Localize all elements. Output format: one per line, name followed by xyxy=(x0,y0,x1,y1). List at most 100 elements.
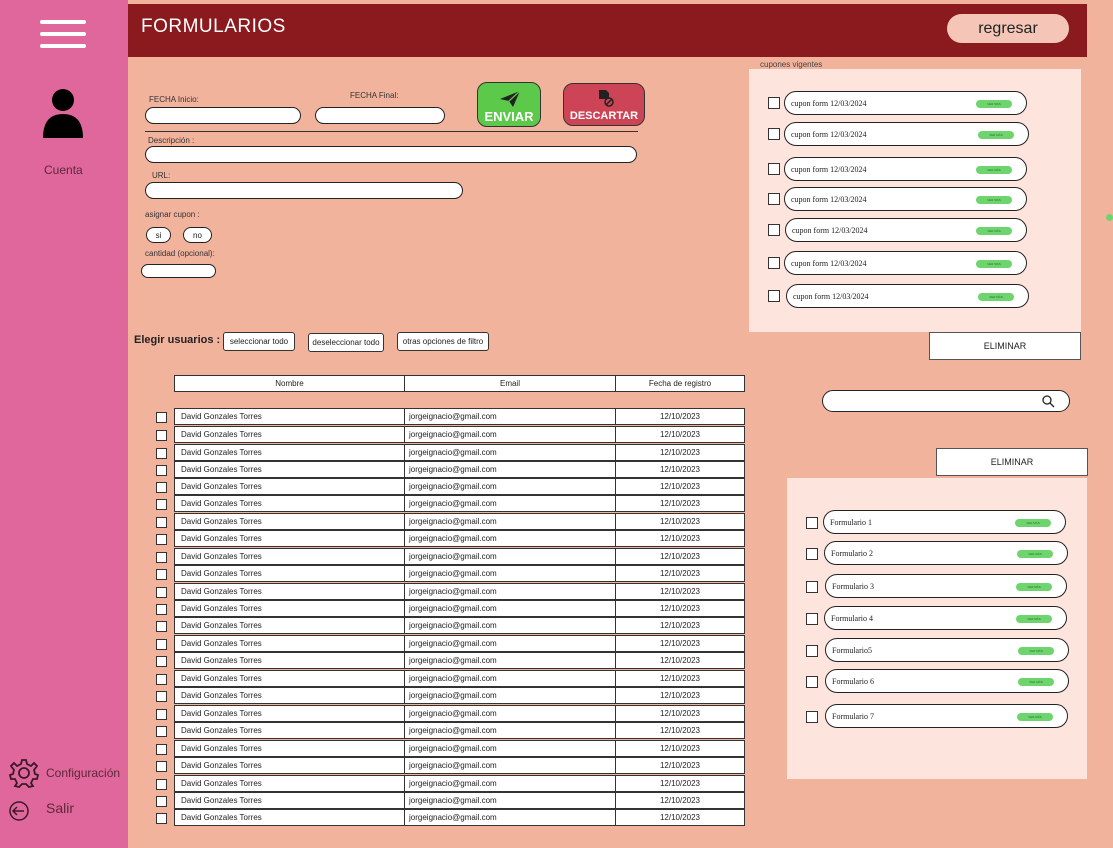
hamburger-menu-icon[interactable] xyxy=(40,20,86,48)
coupon-checkbox[interactable] xyxy=(768,163,780,175)
form-item[interactable]: Formulario 7 VER MÁS xyxy=(825,704,1068,728)
search-icon[interactable] xyxy=(1042,395,1055,408)
form-checkbox[interactable] xyxy=(806,711,818,723)
view-more-button[interactable]: VER MÁS xyxy=(1017,713,1053,721)
row-checkbox[interactable] xyxy=(156,779,167,790)
view-more-button[interactable]: VER MÁS xyxy=(976,260,1012,268)
coupon-item[interactable]: cupon form 12/03/2024 VER MÁS xyxy=(784,157,1027,181)
view-more-button[interactable]: VER MÁS xyxy=(976,166,1012,174)
view-more-button[interactable]: VER MÁS xyxy=(976,196,1012,204)
table-row[interactable]: David Gonzales Torres jorgeignacio@gmail.… xyxy=(174,792,745,809)
deselect-all-button[interactable]: deseleccionar todo xyxy=(308,333,384,352)
form-item[interactable]: Formulario 4 VER MÁS xyxy=(824,606,1067,630)
row-checkbox[interactable] xyxy=(156,412,167,423)
view-more-button[interactable]: VER MÁS xyxy=(976,100,1012,108)
form-checkbox[interactable] xyxy=(806,645,818,657)
form-item[interactable]: Formulario 6 VER MÁS xyxy=(825,669,1069,693)
coupon-checkbox[interactable] xyxy=(768,97,780,109)
coupon-checkbox[interactable] xyxy=(768,257,780,269)
column-header-email[interactable]: Email xyxy=(404,375,616,392)
row-checkbox[interactable] xyxy=(156,499,167,510)
start-date-field[interactable] xyxy=(145,107,301,124)
table-row[interactable]: David Gonzales Torres jorgeignacio@gmail.… xyxy=(174,722,745,739)
table-row[interactable]: David Gonzales Torres jorgeignacio@gmail.… xyxy=(174,478,745,495)
quantity-field[interactable] xyxy=(141,264,216,278)
row-checkbox[interactable] xyxy=(156,482,167,493)
row-checkbox[interactable] xyxy=(156,726,167,737)
table-row[interactable]: David Gonzales Torres jorgeignacio@gmail.… xyxy=(174,583,745,600)
row-checkbox[interactable] xyxy=(156,621,167,632)
discard-button[interactable]: DESCARTAR xyxy=(563,83,645,126)
view-more-button[interactable]: VER MÁS xyxy=(1016,583,1052,591)
account-label[interactable]: Cuenta xyxy=(44,163,83,177)
coupon-item[interactable]: cupon form 12/03/2024 VER MÁS xyxy=(786,284,1029,308)
form-checkbox[interactable] xyxy=(806,581,818,593)
coupon-checkbox[interactable] xyxy=(768,128,780,140)
view-more-button[interactable]: VER MÁS xyxy=(978,293,1014,301)
table-row[interactable]: David Gonzales Torres jorgeignacio@gmail.… xyxy=(174,548,745,565)
logout-link[interactable]: Salir xyxy=(8,800,74,821)
send-button[interactable]: ENVIAR xyxy=(477,82,541,127)
form-checkbox[interactable] xyxy=(806,517,818,529)
delete-forms-button[interactable]: ELIMINAR xyxy=(936,448,1088,476)
form-checkbox[interactable] xyxy=(806,548,818,560)
form-item[interactable]: Formulario5 VER MÁS xyxy=(825,638,1069,662)
description-field[interactable] xyxy=(145,146,637,163)
row-checkbox[interactable] xyxy=(156,761,167,772)
view-more-button[interactable]: VER MÁS xyxy=(976,227,1012,235)
coupon-yes-button[interactable]: si xyxy=(146,227,171,243)
view-more-button[interactable]: VER MÁS xyxy=(1016,615,1052,623)
table-row[interactable]: David Gonzales Torres jorgeignacio@gmail.… xyxy=(174,809,745,826)
coupon-item[interactable]: cupon form 12/03/2024 VER MÁS xyxy=(784,122,1029,146)
table-row[interactable]: David Gonzales Torres jorgeignacio@gmail.… xyxy=(174,600,745,617)
column-header-name[interactable]: Nombre xyxy=(174,375,405,392)
scroll-indicator[interactable] xyxy=(1106,214,1113,221)
url-field[interactable] xyxy=(145,182,463,199)
form-item[interactable]: Formulario 1 VER MÁS xyxy=(823,510,1066,534)
table-row[interactable]: David Gonzales Torres jorgeignacio@gmail.… xyxy=(174,408,745,425)
delete-coupons-button[interactable]: ELIMINAR xyxy=(929,332,1081,360)
user-avatar-icon[interactable] xyxy=(41,88,85,138)
table-row[interactable]: David Gonzales Torres jorgeignacio@gmail.… xyxy=(174,617,745,634)
row-checkbox[interactable] xyxy=(156,604,167,615)
table-row[interactable]: David Gonzales Torres jorgeignacio@gmail.… xyxy=(174,775,745,792)
row-checkbox[interactable] xyxy=(156,569,167,580)
coupon-checkbox[interactable] xyxy=(768,193,780,205)
table-row[interactable]: David Gonzales Torres jorgeignacio@gmail.… xyxy=(174,565,745,582)
form-item[interactable]: Formulario 2 VER MÁS xyxy=(824,541,1068,565)
coupon-item[interactable]: cupon form 12/03/2024 VER MÁS xyxy=(784,91,1027,115)
table-row[interactable]: David Gonzales Torres jorgeignacio@gmail.… xyxy=(174,461,745,478)
table-row[interactable]: David Gonzales Torres jorgeignacio@gmail.… xyxy=(174,670,745,687)
row-checkbox[interactable] xyxy=(156,796,167,807)
row-checkbox[interactable] xyxy=(156,465,167,476)
row-checkbox[interactable] xyxy=(156,709,167,720)
select-all-button[interactable]: seleccionar todo xyxy=(223,332,295,351)
view-more-button[interactable]: VER MÁS xyxy=(1018,647,1054,655)
row-checkbox[interactable] xyxy=(156,430,167,441)
search-input[interactable] xyxy=(833,394,1033,408)
table-row[interactable]: David Gonzales Torres jorgeignacio@gmail.… xyxy=(174,705,745,722)
coupon-item[interactable]: cupon form 12/03/2024 VER MÁS xyxy=(785,218,1027,242)
row-checkbox[interactable] xyxy=(156,534,167,545)
row-checkbox[interactable] xyxy=(156,674,167,685)
view-more-button[interactable]: VER MÁS xyxy=(1018,678,1054,686)
view-more-button[interactable]: VER MÁS xyxy=(978,131,1014,139)
coupon-checkbox[interactable] xyxy=(768,224,780,236)
table-row[interactable]: David Gonzales Torres jorgeignacio@gmail.… xyxy=(174,495,745,512)
table-row[interactable]: David Gonzales Torres jorgeignacio@gmail.… xyxy=(174,426,745,443)
coupon-item[interactable]: cupon form 12/03/2024 VER MÁS xyxy=(784,187,1027,211)
table-row[interactable]: David Gonzales Torres jorgeignacio@gmail.… xyxy=(174,740,745,757)
view-more-button[interactable]: VER MÁS xyxy=(1015,519,1051,527)
row-checkbox[interactable] xyxy=(156,656,167,667)
settings-link[interactable]: Configuración xyxy=(8,758,120,788)
coupon-no-button[interactable]: no xyxy=(183,227,212,243)
table-row[interactable]: David Gonzales Torres jorgeignacio@gmail.… xyxy=(174,652,745,669)
row-checkbox[interactable] xyxy=(156,587,167,598)
row-checkbox[interactable] xyxy=(156,639,167,650)
table-row[interactable]: David Gonzales Torres jorgeignacio@gmail.… xyxy=(174,513,745,530)
end-date-field[interactable] xyxy=(315,107,445,124)
form-checkbox[interactable] xyxy=(806,676,818,688)
table-row[interactable]: David Gonzales Torres jorgeignacio@gmail.… xyxy=(174,530,745,547)
table-row[interactable]: David Gonzales Torres jorgeignacio@gmail.… xyxy=(174,757,745,774)
coupon-checkbox[interactable] xyxy=(768,290,780,302)
